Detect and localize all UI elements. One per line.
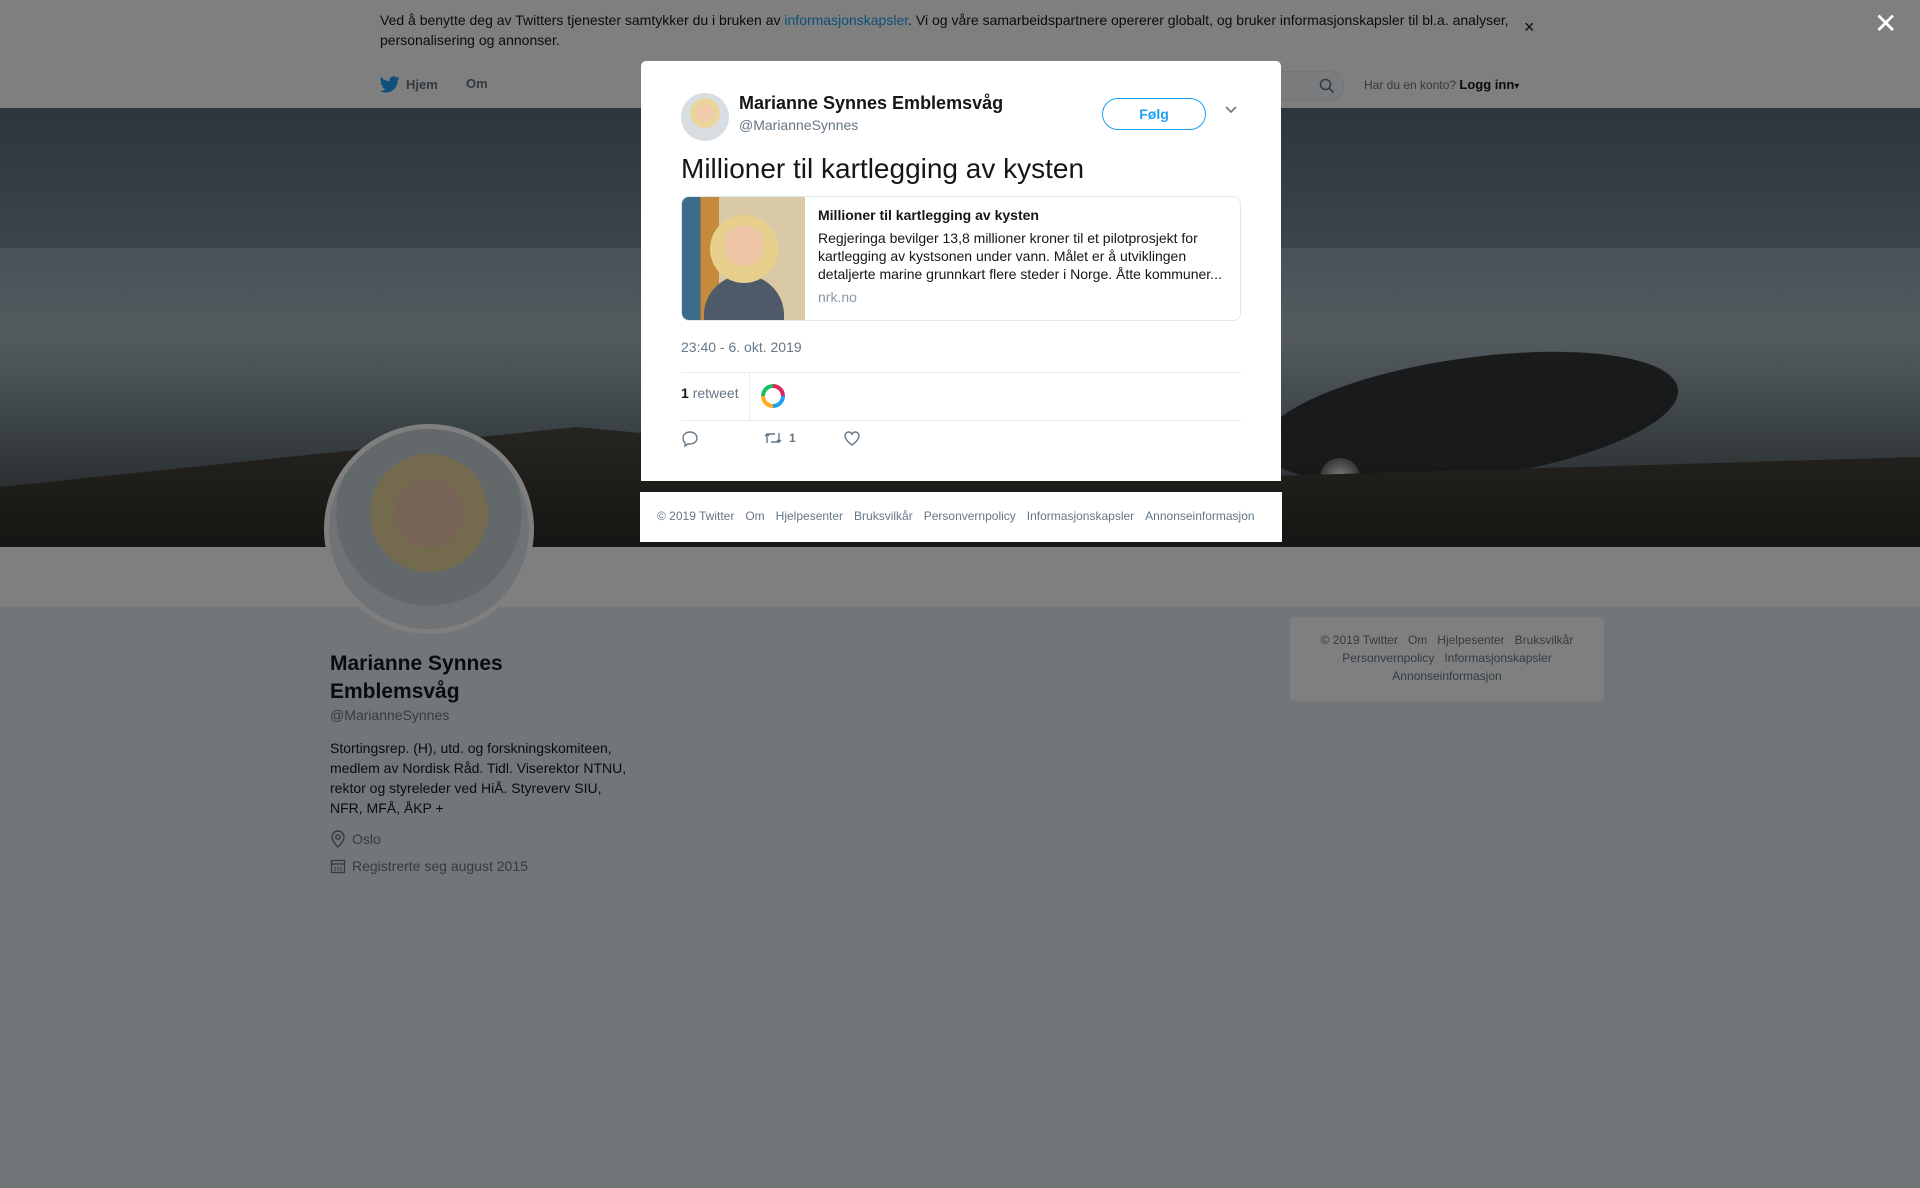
modal-footer-link-privacy[interactable]: Personvernpolicy [924,509,1016,523]
close-modal-button[interactable]: ✕ [1874,8,1897,40]
stat-divider [749,373,750,420]
retweet-stat[interactable]: 1 retweet [681,385,739,401]
card-image [682,197,805,320]
tweet-text: Millioner til kartlegging av kysten [681,153,1085,184]
like-button[interactable] [843,430,867,447]
modal-footer: © 2019 Twitter Om Hjelpesenter Bruksvilkår P… [640,492,1282,542]
author-avatar[interactable] [681,93,729,141]
author-handle[interactable]: @MarianneSynnes [739,117,858,133]
retweet-stat-label: retweet [692,385,739,401]
modal-footer-link-terms[interactable]: Bruksvilkår [854,509,913,523]
modal-footer-link-ads[interactable]: Annonseinformasjon [1145,509,1254,523]
link-card[interactable]: Millioner til kartlegging av kysten Regj… [681,196,1241,321]
author-name[interactable]: Marianne Synnes Emblemsvåg [739,93,1003,114]
tweet-modal: Marianne Synnes Emblemsvåg @MarianneSynn… [641,61,1281,481]
tweet-stats: 1 retweet [681,372,1241,421]
reply-button[interactable] [681,430,705,448]
retweeter-avatar[interactable] [761,384,785,408]
tweet-actions: 1 [681,430,1241,454]
retweet-icon [764,433,782,443]
retweet-button[interactable]: 1 [763,430,796,446]
heart-icon [844,431,860,446]
modal-footer-link-cookies[interactable]: Informasjonskapsler [1027,509,1134,523]
chevron-down-icon[interactable] [1224,105,1238,115]
card-description: Regjeringa bevilger 13,8 millioner krone… [818,230,1222,282]
modal-footer-link-about[interactable]: Om [745,509,764,523]
modal-footer-copyright: © 2019 Twitter [657,509,735,523]
tweet-timestamp[interactable]: 23:40 - 6. okt. 2019 [681,339,802,355]
card-domain: nrk.no [818,289,857,305]
modal-footer-link-help[interactable]: Hjelpesenter [776,509,843,523]
retweet-stat-count: 1 [681,385,689,401]
card-title: Millioner til kartlegging av kysten [818,207,1039,223]
reply-icon [682,431,698,448]
retweet-count: 1 [789,431,796,445]
follow-button[interactable]: Følg [1102,98,1206,130]
